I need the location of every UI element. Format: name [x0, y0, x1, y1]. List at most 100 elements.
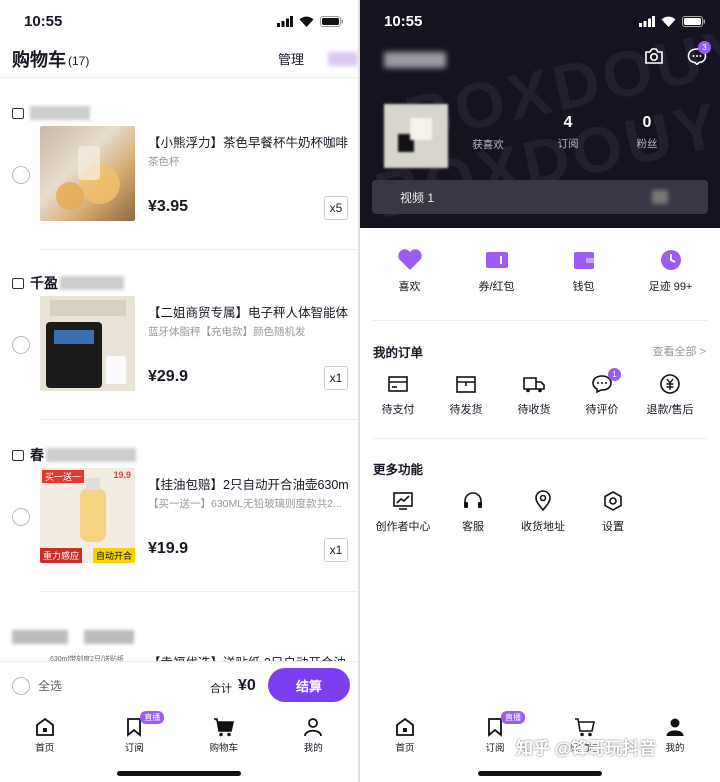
item-checkbox[interactable] [12, 166, 30, 184]
item-checkbox[interactable] [12, 336, 30, 354]
tab-label: 我的 [665, 743, 685, 754]
tab-label: 购物车 [209, 743, 238, 754]
order-pending-payment[interactable]: 待支付 [364, 373, 432, 417]
cart-item[interactable]: 【小熊浮力】茶色早餐杯牛奶杯咖啡 茶色杯 ¥3.95 x5 [0, 98, 358, 250]
item-spec[interactable]: 茶色杯 [148, 154, 353, 169]
product-image[interactable] [40, 296, 135, 391]
status-bar: 10:55 [360, 0, 720, 42]
status-icons [639, 15, 706, 27]
box-icon [456, 376, 476, 393]
divider [40, 591, 358, 592]
shop-group: 春 买一送一 19.9 重力感应 自动开合 【挂油包赔】2只自动开合油壶630m… [0, 440, 358, 592]
shop-group: 千盈 【二姐商贸专属】电子秤人体智能体 蓝牙体脂秤【充电款】颜色随机发 ¥29.… [0, 268, 358, 420]
battery-icon [320, 15, 343, 27]
product-image[interactable]: 买一送一 19.9 重力感应 自动开合 [40, 468, 135, 563]
home-indicator [478, 771, 602, 776]
product-image[interactable] [40, 126, 135, 221]
quick-coupons[interactable]: 券/红包 [462, 248, 532, 294]
wifi-icon [299, 16, 314, 27]
camera-icon[interactable] [644, 47, 664, 65]
video-bar-label: 视频 1 [400, 190, 435, 205]
stat-fans[interactable]: 0 粉丝 [635, 114, 659, 151]
person-icon [666, 718, 684, 736]
quick-wallet[interactable]: 钱包 [549, 248, 619, 294]
status-time: 10:55 [384, 12, 423, 30]
person-icon [304, 718, 323, 737]
clock-icon [660, 250, 681, 270]
manage-button[interactable]: 管理 [278, 49, 304, 68]
profile-screen: BOXDOUYINBOX BOXDOUYINBOX 10:55 3 获喜欢 4 … [360, 0, 720, 782]
order-status-row: 待支付 待发货 待收货 1 待评价 退款/售后 [360, 368, 720, 417]
order-refund[interactable]: 退款/售后 [636, 373, 704, 417]
stat-value [470, 114, 506, 133]
tab-me[interactable]: 我的 [269, 711, 359, 761]
customer-service[interactable]: 客服 [438, 490, 508, 534]
order-label: 退款/售后 [646, 404, 694, 416]
blurred-username [384, 52, 446, 68]
stat-likes[interactable]: 获喜欢 [470, 114, 506, 152]
select-all-label[interactable]: 全选 [38, 677, 62, 694]
feature-label: 客服 [462, 521, 484, 533]
home-icon [35, 717, 54, 736]
tab-subscribe[interactable]: 直播 订阅 [90, 711, 180, 761]
checkout-button[interactable]: 结算 [268, 668, 350, 702]
quick-history[interactable]: 足迹 99+ [636, 248, 706, 294]
item-spec[interactable]: 蓝牙体脂秤【充电款】颜色随机发 [148, 324, 353, 339]
tab-home[interactable]: 首页 [0, 711, 90, 761]
total-label: 合计 [210, 683, 232, 695]
tab-cart[interactable]: 购物车 [179, 711, 269, 761]
chart-icon [393, 492, 413, 510]
feature-label: 自动开合 [92, 548, 135, 563]
video-bar[interactable]: 视频 1 [372, 180, 708, 214]
creator-center[interactable]: 创作者中心 [368, 490, 438, 534]
item-title: 【挂油包赔】2只自动开合油壶630m [148, 478, 349, 492]
stat-label: 粉丝 [636, 138, 658, 150]
tab-home[interactable]: 首页 [360, 711, 450, 761]
stat-value: 4 [563, 114, 573, 131]
cart-item[interactable]: 【二姐商贸专属】电子秤人体智能体 蓝牙体脂秤【充电款】颜色随机发 ¥29.9 x… [0, 268, 358, 420]
cart-item[interactable]: 买一送一 19.9 重力感应 自动开合 【挂油包赔】2只自动开合油壶630m 【… [0, 440, 358, 592]
quantity-button[interactable]: x5 [324, 196, 348, 220]
tab-bar: 首页 直播 订阅 购物车 我的 [0, 711, 358, 761]
orders-title: 我的订单 [373, 346, 424, 360]
stat-value: 0 [642, 114, 652, 131]
quick-likes[interactable]: 喜欢 [375, 248, 445, 294]
tab-label: 订阅 [485, 743, 505, 754]
quantity-button[interactable]: x1 [324, 366, 348, 390]
order-pending-review[interactable]: 1 待评价 [568, 368, 636, 417]
shop-header[interactable] [0, 622, 358, 652]
wifi-icon [661, 16, 676, 27]
coupon-icon [485, 252, 508, 268]
divider [40, 249, 358, 250]
select-all-checkbox[interactable] [12, 676, 30, 695]
cart-count: (17) [68, 53, 90, 68]
view-all-link[interactable]: 查看全部 > [653, 343, 706, 359]
live-badge: 直播 [140, 711, 165, 724]
quick-actions: 喜欢 券/红包 钱包 足迹 99+ [360, 248, 720, 294]
item-price: ¥19.9 [148, 540, 189, 557]
feature-label: 重力感应 [40, 548, 83, 563]
quick-label: 喜欢 [398, 281, 421, 293]
status-time: 10:55 [24, 12, 63, 30]
card-icon [388, 376, 408, 392]
heart-icon [397, 249, 422, 270]
item-checkbox[interactable] [12, 508, 30, 526]
order-pending-receipt[interactable]: 待收货 [500, 373, 568, 417]
blurred-area [328, 52, 358, 66]
quantity-button[interactable]: x1 [324, 538, 348, 562]
tab-label: 订阅 [124, 743, 144, 754]
tab-label: 我的 [303, 743, 323, 754]
shipping-address[interactable]: 收货地址 [508, 490, 578, 534]
settings[interactable]: 设置 [578, 490, 648, 534]
notification-badge: 3 [698, 41, 711, 54]
stat-subscriptions[interactable]: 4 订阅 [556, 114, 580, 151]
quick-label: 足迹 99+ [648, 281, 693, 293]
item-spec[interactable]: 【买一送一】630ML无铅玻璃则度款共2... [148, 496, 353, 511]
blurred-shop-name [84, 630, 134, 644]
profile-header: BOXDOUYINBOX BOXDOUYINBOX 10:55 3 获喜欢 4 … [360, 0, 720, 228]
feature-label: 设置 [602, 521, 624, 533]
total-amount: ¥0 [238, 677, 256, 694]
divider [372, 438, 708, 439]
order-pending-shipment[interactable]: 待发货 [432, 373, 500, 417]
avatar[interactable] [384, 104, 448, 168]
